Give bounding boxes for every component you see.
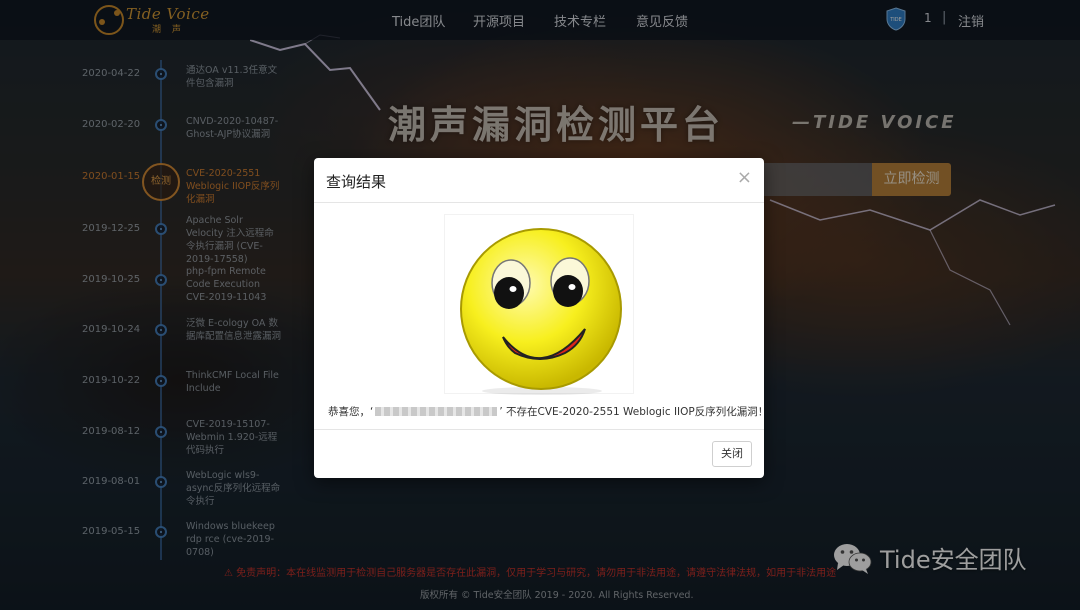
modal-footer: 关闭 — [314, 429, 764, 478]
close-button[interactable]: 关闭 — [712, 441, 752, 467]
result-message: 恭喜您，‘ ’ 不存在CVE-2020-2551 Weblogic IIOP反序列… — [328, 404, 768, 419]
smiley-image — [444, 214, 634, 395]
close-icon[interactable]: × — [737, 167, 752, 188]
smiley-face-icon — [460, 228, 622, 395]
result-message-prefix: 恭喜您，‘ — [328, 406, 374, 418]
query-result-modal: 查询结果 × 恭喜您，‘ ’ 不存在CVE-2020-2551 Weblogic … — [314, 158, 768, 478]
redacted-target — [375, 407, 498, 416]
modal-title: 查询结果 — [326, 173, 387, 191]
result-message-suffix: ’ 不存在CVE-2020-2551 Weblogic IIOP反序列化漏洞！ — [499, 406, 769, 418]
modal-header: 查询结果 × — [314, 158, 764, 203]
